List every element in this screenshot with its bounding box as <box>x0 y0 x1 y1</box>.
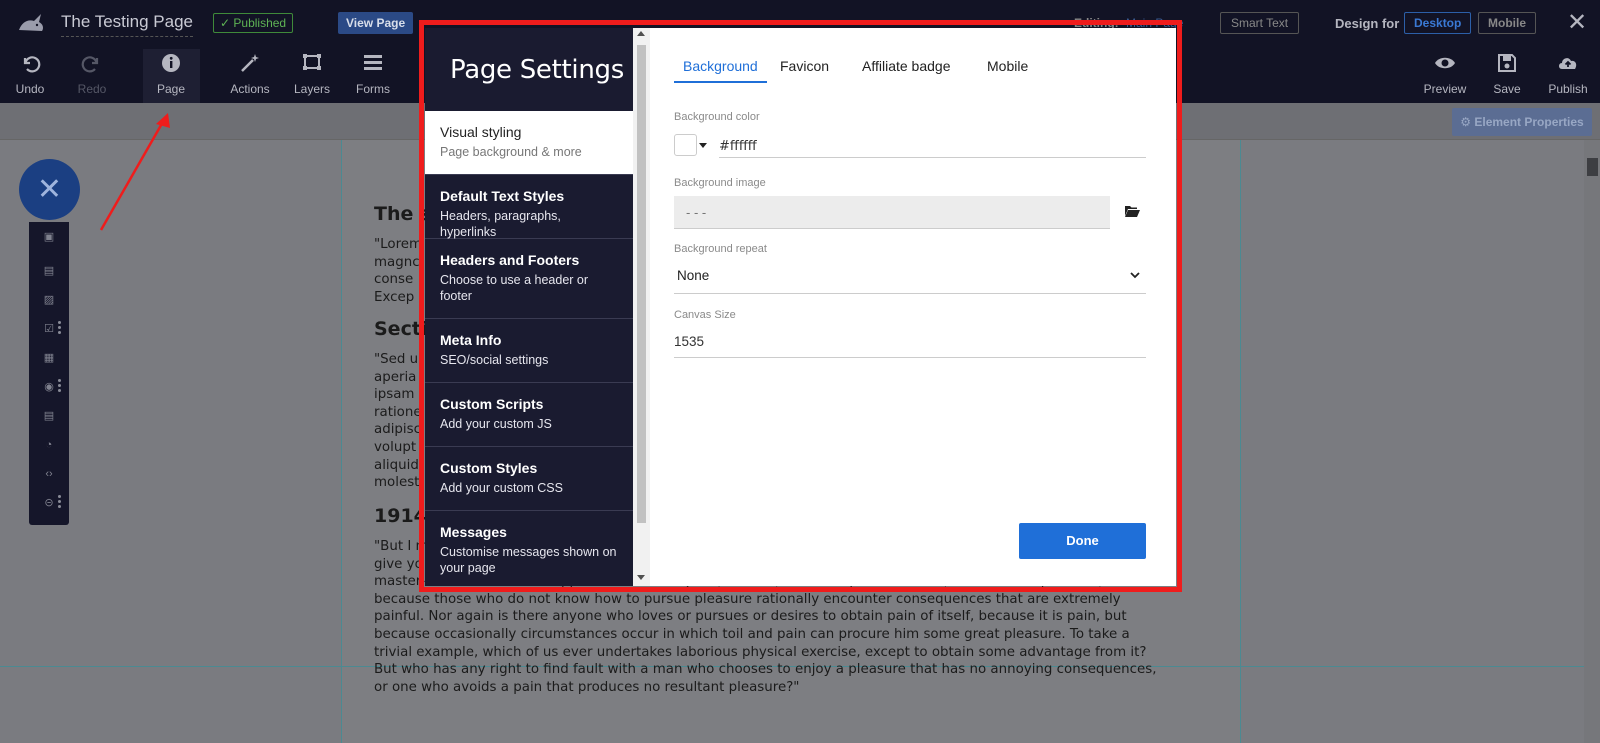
undo-icon <box>0 52 60 76</box>
puzzle-icon[interactable]: ▣ <box>42 230 56 244</box>
nav-default-text-styles[interactable]: Default Text Styles Headers, paragraphs, … <box>425 175 633 239</box>
page-settings-modal: Page Settings Visual styling Page backgro… <box>425 28 1176 586</box>
nav-meta-info[interactable]: Meta Info SEO/social settings <box>425 319 633 383</box>
magic-wand-icon <box>220 52 280 76</box>
guide-line <box>341 140 342 743</box>
canvas-size-input[interactable]: 1535 <box>674 332 1146 358</box>
done-button[interactable]: Done <box>1019 523 1146 559</box>
guide-line <box>1240 140 1241 743</box>
layers-label: Layers <box>293 82 331 96</box>
nav-custom-styles[interactable]: Custom Styles Add your custom CSS <box>425 447 633 511</box>
chevron-down-icon <box>1130 272 1140 279</box>
element-properties-button[interactable]: ⚙ Element Properties <box>1452 108 1592 136</box>
tab-background[interactable]: Background <box>674 58 767 83</box>
smart-text-button[interactable]: Smart Text <box>1220 12 1300 34</box>
bg-repeat-label: Background repeat <box>674 243 767 255</box>
design-for-label: Design for <box>1335 16 1400 31</box>
mobile-button[interactable]: Mobile <box>1478 12 1536 34</box>
text-box-icon[interactable]: ▤ <box>42 264 56 278</box>
close-editor-icon[interactable]: ✕ <box>1567 8 1587 37</box>
nav-custom-scripts[interactable]: Custom Scripts Add your custom JS <box>425 383 633 447</box>
section-icon[interactable]: ▦ <box>42 351 56 365</box>
form-icon[interactable]: ▤ <box>42 409 56 423</box>
rabbit-logo-icon[interactable] <box>16 10 46 36</box>
preview-button[interactable]: Preview <box>1415 52 1475 96</box>
checkbox-icon[interactable]: ☑ <box>42 322 56 336</box>
canvas-size-label: Canvas Size <box>674 309 736 321</box>
bg-repeat-select[interactable]: None <box>674 266 1146 294</box>
publish-button[interactable]: Publish <box>1538 52 1598 96</box>
scroll-up-icon[interactable] <box>637 31 645 36</box>
actions-button[interactable]: Actions <box>220 52 280 96</box>
timer-icon[interactable]: ◔ <box>42 438 56 452</box>
tab-favicon[interactable]: Favicon <box>780 58 829 81</box>
sidebar-scrollbar-thumb[interactable] <box>637 45 646 523</box>
color-swatch[interactable] <box>674 134 697 156</box>
bg-color-input[interactable] <box>719 135 1146 158</box>
publish-label: Publish <box>1548 82 1588 96</box>
layers-button[interactable]: Layers <box>282 52 342 96</box>
more-dots-icon[interactable] <box>58 321 62 335</box>
undo-label: Undo <box>15 82 45 96</box>
divider-icon[interactable]: ⊝ <box>42 496 56 510</box>
redo-button[interactable]: Redo <box>62 52 122 96</box>
bg-image-input[interactable] <box>674 196 1110 229</box>
caret-down-icon[interactable] <box>699 143 707 148</box>
eye-icon <box>1415 52 1475 76</box>
list-icon <box>343 52 403 76</box>
desktop-button[interactable]: Desktop <box>1404 12 1472 34</box>
undo-button[interactable]: Undo <box>0 52 60 96</box>
page-scrollbar[interactable] <box>1584 140 1600 743</box>
page-title[interactable]: The Testing Page <box>61 12 193 37</box>
settings-sidebar: Page Settings Visual styling Page backgro… <box>425 28 633 586</box>
bg-color-label: Background color <box>674 111 760 123</box>
code-icon[interactable]: ‹› <box>42 467 56 481</box>
more-dots-icon[interactable] <box>58 495 62 509</box>
tab-affiliate-badge[interactable]: Affiliate badge <box>862 58 950 81</box>
modal-title: Page Settings <box>450 55 624 85</box>
tab-mobile[interactable]: Mobile <box>987 58 1028 81</box>
annotation-arrow-icon <box>99 113 170 231</box>
save-button[interactable]: Save <box>1477 52 1537 96</box>
image-icon[interactable]: ▨ <box>42 293 56 307</box>
save-label: Save <box>1493 82 1521 96</box>
page-button[interactable]: Page <box>141 52 201 96</box>
bg-image-label: Background image <box>674 177 766 189</box>
redo-icon <box>62 52 122 76</box>
forms-button[interactable]: Forms <box>343 52 403 96</box>
close-element-bar-icon[interactable]: ✕ <box>19 159 80 220</box>
video-icon[interactable]: ◉ <box>42 380 56 394</box>
actions-label: Actions <box>230 82 270 96</box>
preview-label: Preview <box>1423 82 1467 96</box>
page-scrollbar-thumb[interactable] <box>1587 158 1598 176</box>
nav-headers-footers[interactable]: Headers and Footers Choose to use a heade… <box>425 239 633 319</box>
forms-label: Forms <box>356 82 390 96</box>
nav-visual-styling[interactable]: Visual styling Page background & more <box>425 111 633 175</box>
info-icon <box>141 52 201 76</box>
view-page-button[interactable]: View Page <box>338 12 414 34</box>
layers-icon <box>282 52 342 76</box>
nav-messages[interactable]: Messages Customise messages shown on your… <box>425 511 633 586</box>
bg-repeat-value: None <box>677 268 710 283</box>
published-badge: ✓ Published <box>213 13 294 33</box>
page-label: Page <box>156 82 186 96</box>
floppy-disk-icon <box>1477 52 1537 76</box>
cloud-upload-icon <box>1538 52 1598 76</box>
more-dots-icon[interactable] <box>58 379 62 393</box>
folder-open-icon[interactable] <box>1124 203 1140 219</box>
scroll-down-icon[interactable] <box>637 575 645 580</box>
redo-label: Redo <box>77 82 107 96</box>
